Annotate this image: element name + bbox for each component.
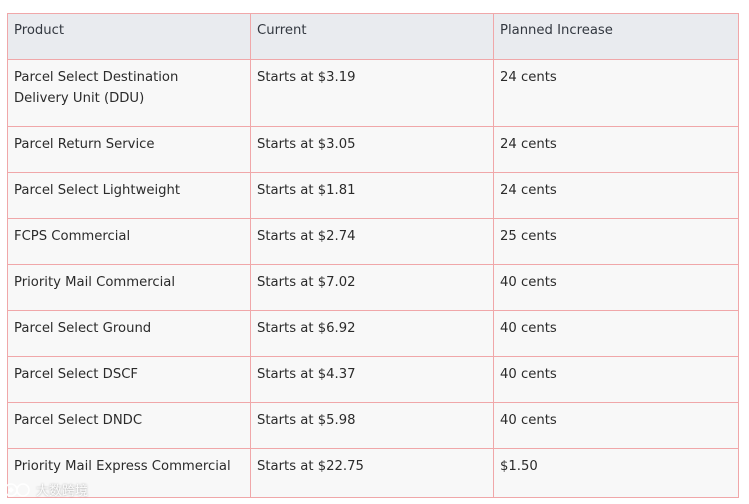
table-row: Parcel Select DSCF Starts at $4.37 40 ce… xyxy=(7,356,739,403)
current-cell: Starts at $7.02 xyxy=(250,264,494,311)
current-cell: Starts at $6.92 xyxy=(250,310,494,357)
product-name: Parcel Select Destination Delivery Unit … xyxy=(14,70,179,106)
price-increase-table: Product Current Planned Increase Parcel … xyxy=(7,13,739,498)
header-planned-increase: Planned Increase xyxy=(493,13,739,60)
increase-cell: 25 cents xyxy=(493,218,739,265)
product-cell: Parcel Select DNDC xyxy=(7,402,251,449)
current-cell: Starts at $2.74 xyxy=(250,218,494,265)
increase-cell: $1.50 xyxy=(493,448,739,498)
current-cell: Starts at $5.98 xyxy=(250,402,494,449)
product-cell: Parcel Select Ground xyxy=(7,310,251,357)
header-current: Current xyxy=(250,13,494,60)
product-cell: Priority Mail Commercial xyxy=(7,264,251,311)
product-cell: Parcel Select Destination Delivery Unit … xyxy=(7,59,251,127)
table-row: Parcel Select Lightweight Starts at $1.8… xyxy=(7,172,739,219)
table-row: Parcel Select Ground Starts at $6.92 40 … xyxy=(7,310,739,357)
watermark-logo-icon xyxy=(4,482,32,498)
watermark: 大数跨境 xyxy=(4,480,88,499)
increase-cell: 40 cents xyxy=(493,264,739,311)
table-row: Parcel Return Service Starts at $3.05 24… xyxy=(7,126,739,173)
current-cell: Starts at $1.81 xyxy=(250,172,494,219)
current-cell: Starts at $4.37 xyxy=(250,356,494,403)
increase-cell: 40 cents xyxy=(493,356,739,403)
increase-cell: 24 cents xyxy=(493,126,739,173)
table-row: Parcel Select DNDC Starts at $5.98 40 ce… xyxy=(7,402,739,449)
table-row: Priority Mail Commercial Starts at $7.02… xyxy=(7,264,739,311)
increase-cell: 24 cents xyxy=(493,172,739,219)
product-cell: Parcel Return Service xyxy=(7,126,251,173)
increase-cell: 24 cents xyxy=(493,59,739,127)
watermark-text: 大数跨境 xyxy=(36,484,89,499)
page: Product Current Planned Increase Parcel … xyxy=(0,0,749,504)
increase-cell: 40 cents xyxy=(493,402,739,449)
table-row: Parcel Select Destination Delivery Unit … xyxy=(7,59,739,127)
table-row: FCPS Commercial Starts at $2.74 25 cents xyxy=(7,218,739,265)
current-cell: Starts at $3.05 xyxy=(250,126,494,173)
header-product: Product xyxy=(7,13,251,60)
product-cell: Parcel Select DSCF xyxy=(7,356,251,403)
product-cell: FCPS Commercial xyxy=(7,218,251,265)
current-cell: Starts at $3.19 xyxy=(250,59,494,127)
table-header-row: Product Current Planned Increase xyxy=(7,13,739,60)
table-row: Priority Mail Express Commercial Starts … xyxy=(7,448,739,498)
increase-cell: 40 cents xyxy=(493,310,739,357)
product-cell: Parcel Select Lightweight xyxy=(7,172,251,219)
current-cell: Starts at $22.75 xyxy=(250,448,494,498)
